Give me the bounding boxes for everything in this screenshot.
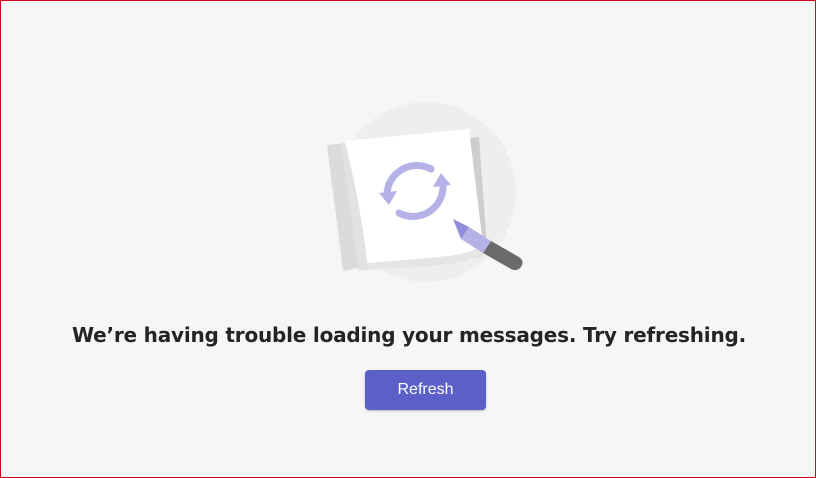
error-panel: We’re having trouble loading your messag…	[0, 0, 816, 478]
error-message: We’re having trouble loading your messag…	[71, 323, 747, 347]
refresh-note-icon	[327, 102, 523, 282]
refresh-button[interactable]: Refresh	[365, 370, 486, 410]
